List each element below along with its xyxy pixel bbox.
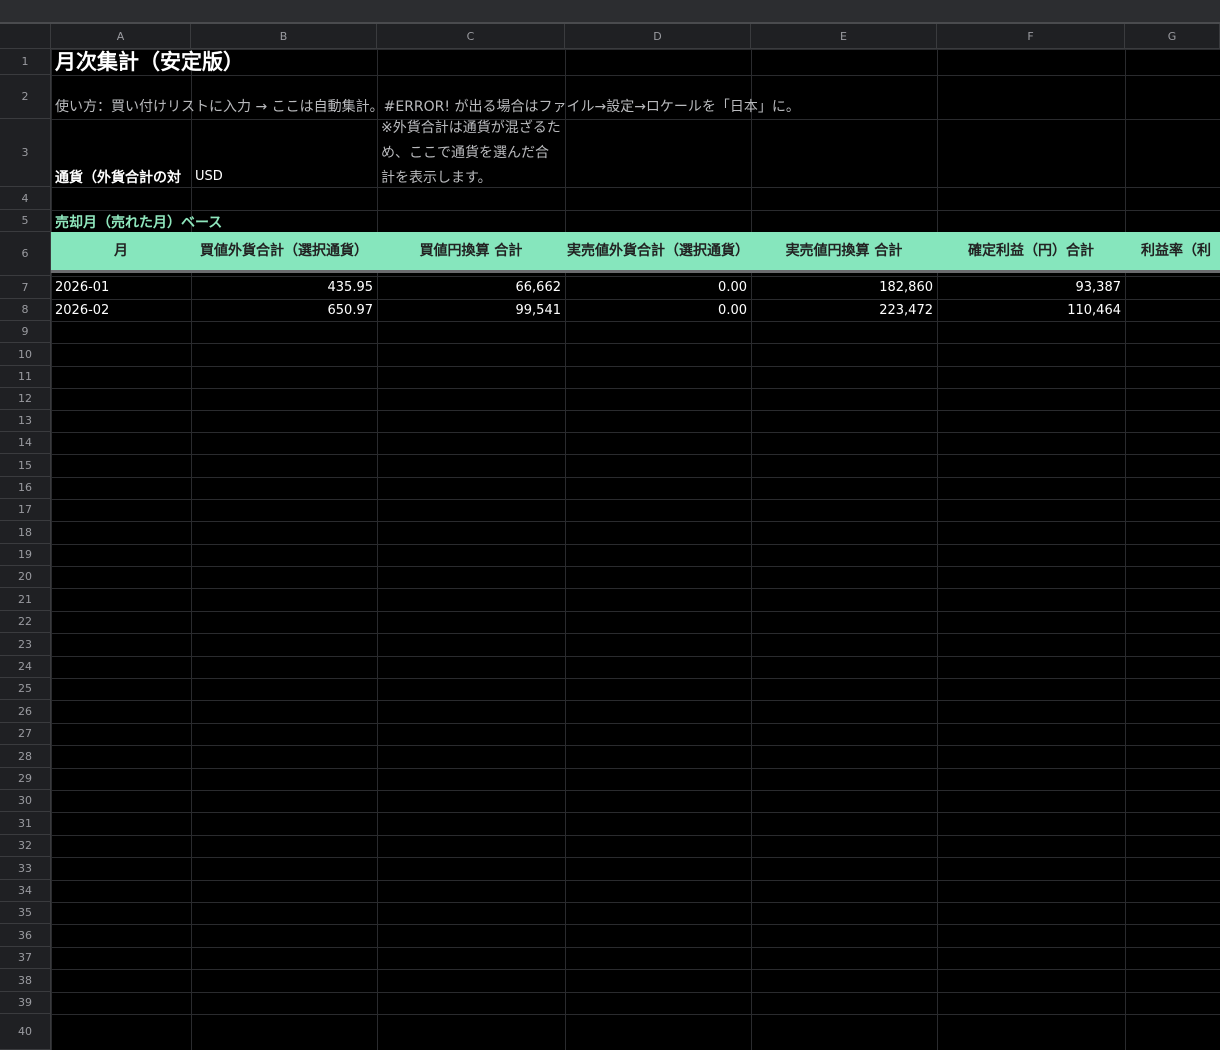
row-header-24[interactable]: 24 xyxy=(0,656,51,678)
currency-select[interactable]: USD xyxy=(191,166,377,188)
row-header-35[interactable]: 35 xyxy=(0,902,51,924)
row-header-33[interactable]: 33 xyxy=(0,857,51,880)
row-header-3[interactable]: 3 xyxy=(0,119,51,187)
toolbar-area xyxy=(0,0,1220,22)
value-cell[interactable]: 110,464 xyxy=(937,300,1125,322)
column-header-c[interactable]: C xyxy=(377,24,565,49)
row-header-2[interactable]: 2 xyxy=(0,75,51,119)
column-title-1[interactable]: 月 xyxy=(51,232,191,270)
currency-note[interactable]: ※外貨合計は通貨が混ざるため、ここで通貨を選んだ合計を表示します。 xyxy=(377,116,565,191)
column-header-g[interactable]: G xyxy=(1125,24,1220,49)
header-divider xyxy=(51,270,1220,273)
column-title-7[interactable]: 利益率（利 xyxy=(1125,232,1220,270)
row-header-16[interactable]: 16 xyxy=(0,477,51,499)
row-header-27[interactable]: 27 xyxy=(0,723,51,745)
row-header-21[interactable]: 21 xyxy=(0,588,51,611)
row-header-28[interactable]: 28 xyxy=(0,745,51,768)
row-header-4[interactable]: 4 xyxy=(0,187,51,210)
month-cell[interactable]: 2026-02 xyxy=(51,300,191,322)
row-header-15[interactable]: 15 xyxy=(0,454,51,477)
value-cell[interactable]: 99,541 xyxy=(377,300,565,322)
column-header-a[interactable]: A xyxy=(51,24,191,49)
row-header-18[interactable]: 18 xyxy=(0,521,51,544)
value-cell[interactable]: 66,662 xyxy=(377,277,565,299)
row-header-32[interactable]: 32 xyxy=(0,835,51,857)
value-cell[interactable]: 0.00 xyxy=(565,277,751,299)
row-header-11[interactable]: 11 xyxy=(0,366,51,388)
row-header-37[interactable]: 37 xyxy=(0,947,51,969)
section-label[interactable]: 売却月（売れた月）ベース xyxy=(51,213,451,233)
row-header-36[interactable]: 36 xyxy=(0,924,51,947)
row-header-14[interactable]: 14 xyxy=(0,432,51,454)
value-cell[interactable]: 223,472 xyxy=(751,300,937,322)
row-header-10[interactable]: 10 xyxy=(0,343,51,366)
value-cell[interactable]: 182,860 xyxy=(751,277,937,299)
row-header-29[interactable]: 29 xyxy=(0,768,51,790)
howto-text[interactable]: 使い方：買い付けリストに入力 → ここは自動集計。#ERROR! が出る場合はフ… xyxy=(51,96,1220,118)
grid-lines xyxy=(51,49,1220,1050)
row-header-1[interactable]: 1 xyxy=(0,49,51,75)
row-header-30[interactable]: 30 xyxy=(0,790,51,812)
row-header-5[interactable]: 5 xyxy=(0,210,51,232)
column-title-5[interactable]: 実売値円換算 合計 xyxy=(751,232,937,270)
row-header-25[interactable]: 25 xyxy=(0,678,51,700)
select-all-corner[interactable] xyxy=(0,24,51,49)
column-title-4[interactable]: 実売値外貨合計（選択通貨） xyxy=(565,232,751,270)
row-header-23[interactable]: 23 xyxy=(0,633,51,656)
value-cell[interactable]: 650.97 xyxy=(191,300,377,322)
row-header-12[interactable]: 12 xyxy=(0,388,51,410)
row-header-6[interactable]: 6 xyxy=(0,232,51,276)
row-header-7[interactable]: 7 xyxy=(0,276,51,299)
row-header-17[interactable]: 17 xyxy=(0,499,51,521)
value-cell[interactable]: 0.00 xyxy=(565,300,751,322)
currency-label[interactable]: 通貨（外貨合計の対 xyxy=(51,167,191,189)
column-title-6[interactable]: 確定利益（円）合計 xyxy=(937,232,1125,270)
month-cell[interactable]: 2026-01 xyxy=(51,277,191,299)
value-cell[interactable]: 93,387 xyxy=(937,277,1125,299)
row-header-31[interactable]: 31 xyxy=(0,812,51,835)
row-header-20[interactable]: 20 xyxy=(0,566,51,588)
row-header-19[interactable]: 19 xyxy=(0,544,51,566)
column-title-2[interactable]: 買値外貨合計（選択通貨） xyxy=(191,232,377,270)
row-header-26[interactable]: 26 xyxy=(0,700,51,723)
column-header-f[interactable]: F xyxy=(937,24,1125,49)
column-title-3[interactable]: 買値円換算 合計 xyxy=(377,232,565,270)
column-header-d[interactable]: D xyxy=(565,24,751,49)
page-title[interactable]: 月次集計（安定版） xyxy=(51,49,451,75)
row-header-40[interactable]: 40 xyxy=(0,1014,51,1050)
row-header-9[interactable]: 9 xyxy=(0,321,51,343)
row-header-39[interactable]: 39 xyxy=(0,992,51,1014)
row-header-22[interactable]: 22 xyxy=(0,611,51,633)
row-header-38[interactable]: 38 xyxy=(0,969,51,992)
value-cell[interactable]: 435.95 xyxy=(191,277,377,299)
row-header-8[interactable]: 8 xyxy=(0,299,51,321)
row-header-13[interactable]: 13 xyxy=(0,410,51,432)
column-header-e[interactable]: E xyxy=(751,24,937,49)
column-header-b[interactable]: B xyxy=(191,24,377,49)
row-header-34[interactable]: 34 xyxy=(0,880,51,902)
